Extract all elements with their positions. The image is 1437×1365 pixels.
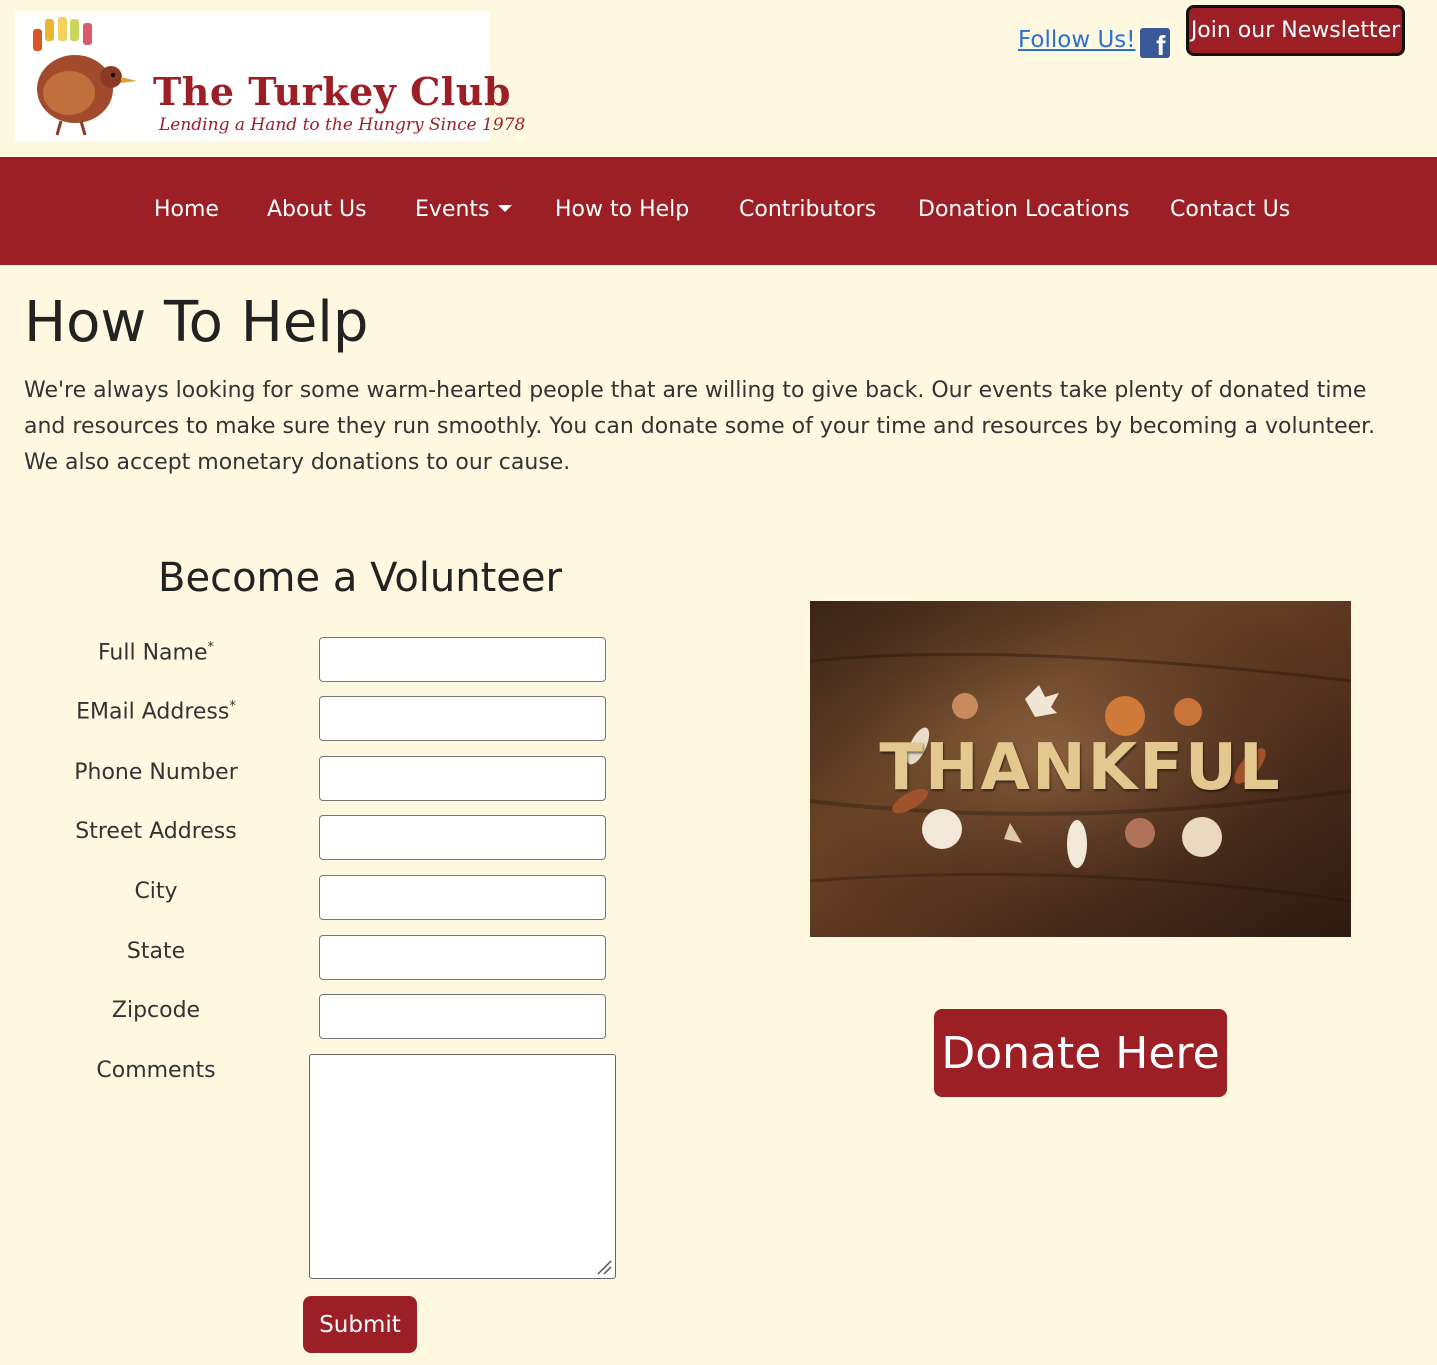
nav-item-about-us[interactable]: About Us xyxy=(267,197,367,222)
donate-button[interactable]: Donate Here xyxy=(934,1009,1227,1097)
comments-textarea[interactable] xyxy=(309,1054,616,1279)
nav-item-donation-locations[interactable]: Donation Locations xyxy=(918,197,1129,222)
required-marker: * xyxy=(229,699,236,714)
phone-field[interactable] xyxy=(319,756,606,801)
full-name-field[interactable] xyxy=(319,637,606,682)
site-logo[interactable]: The Turkey Club Lending a Hand to the Hu… xyxy=(15,11,525,141)
volunteer-form-title: Become a Volunteer xyxy=(158,555,562,601)
main-nav: Home About Us Events How to Help Contrib… xyxy=(0,157,1437,265)
submit-button[interactable]: Submit xyxy=(303,1296,417,1353)
resize-handle-icon[interactable] xyxy=(596,1259,612,1275)
comments-label: Comments xyxy=(96,1058,216,1083)
zipcode-field[interactable] xyxy=(319,994,606,1039)
phone-label: Phone Number xyxy=(74,760,238,785)
zipcode-label: Zipcode xyxy=(111,998,201,1023)
full-name-label: Full Name* xyxy=(97,640,215,666)
intro-text: We're always looking for some warm-heart… xyxy=(24,378,1376,475)
street-address-field[interactable] xyxy=(319,815,606,860)
newsletter-button[interactable]: Join our Newsletter xyxy=(1186,5,1405,56)
nav-item-contact-us[interactable]: Contact Us xyxy=(1170,197,1290,222)
required-marker: * xyxy=(207,640,215,655)
state-field[interactable] xyxy=(319,935,606,980)
thankful-text: THANKFUL xyxy=(879,731,1282,805)
city-field[interactable] xyxy=(319,875,606,920)
follow-us-label: Follow Us! xyxy=(1018,27,1136,53)
street-address-label: Street Address xyxy=(75,819,237,844)
state-label: State xyxy=(126,939,186,964)
nav-item-home[interactable]: Home xyxy=(154,197,219,222)
nav-item-contributors[interactable]: Contributors xyxy=(739,197,876,222)
page-title: How To Help xyxy=(24,290,369,355)
nav-item-how-to-help[interactable]: How to Help xyxy=(555,197,689,222)
email-label: EMail Address* xyxy=(76,699,236,725)
nav-item-events[interactable]: Events xyxy=(415,197,512,222)
facebook-icon: f xyxy=(1139,28,1170,60)
nav-item-events-label: Events xyxy=(415,197,490,222)
logo-tagline: Lending a Hand to the Hungry Since 1978 xyxy=(159,115,526,135)
turkey-handprint-icon xyxy=(33,17,137,136)
chevron-down-icon xyxy=(497,205,512,212)
thankful-image: THANKFUL xyxy=(810,601,1351,937)
city-label: City xyxy=(134,879,178,904)
email-field[interactable] xyxy=(319,696,606,741)
logo-title: The Turkey Club xyxy=(153,69,511,114)
follow-us-link[interactable]: Follow Us! f xyxy=(1018,22,1170,60)
